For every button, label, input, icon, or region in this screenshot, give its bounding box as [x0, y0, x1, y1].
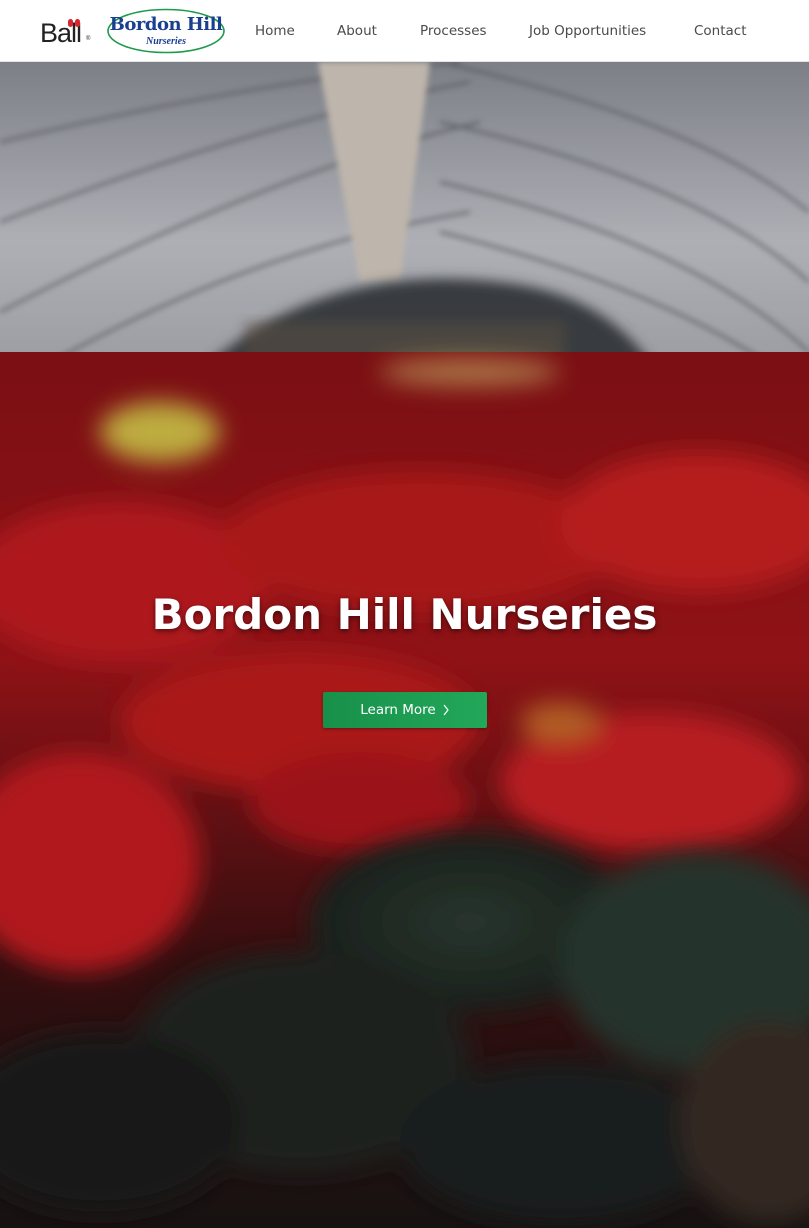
nav-contact[interactable]: Contact [694, 22, 747, 40]
site-header: Ball ® Bordon Hill Nurseries Home About … [0, 0, 809, 62]
nav-home[interactable]: Home [255, 22, 295, 40]
learn-more-button[interactable]: Learn More [323, 692, 487, 728]
nav-processes[interactable]: Processes [420, 22, 487, 40]
logo-subtitle: Nurseries [145, 36, 186, 47]
nav-about[interactable]: About [337, 22, 377, 40]
greenhouse-poinsettia-image [0, 62, 809, 1228]
hero-title: Bordon Hill Nurseries [151, 590, 658, 639]
logo-title: Bordon Hill [109, 14, 223, 35]
bordon-hill-logo[interactable]: Bordon Hill Nurseries [106, 8, 226, 54]
ball-logo-dots [68, 14, 82, 32]
nav-job-opportunities[interactable]: Job Opportunities [529, 22, 646, 40]
learn-more-label: Learn More [360, 702, 436, 718]
ball-logo[interactable]: Ball ® [40, 14, 90, 48]
ball-logo-registered: ® [86, 36, 91, 42]
chevron-right-icon [443, 704, 449, 716]
hero-section: Bordon Hill Nurseries Learn More [0, 62, 809, 1228]
